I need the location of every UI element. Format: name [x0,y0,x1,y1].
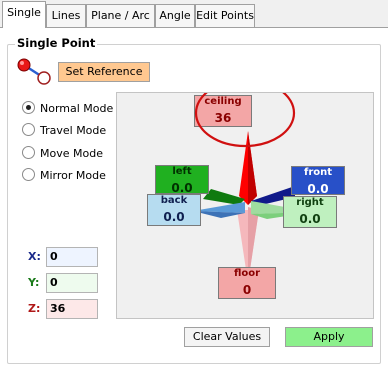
tab-angle[interactable]: Angle [155,4,195,27]
y-input[interactable]: 0 [46,273,98,293]
back-value: 0.0 [163,210,185,224]
clear-values-button[interactable]: Clear Values [184,327,270,347]
group-title: Single Point [15,36,98,50]
right-label: right 0.0 [283,196,337,228]
tab-edit-points[interactable]: Edit Points [195,4,255,27]
front-label: front 0.0 [291,166,345,196]
radio-unchecked-icon [22,168,35,181]
3d-viewport[interactable]: ceiling 36 left 0.0 front 0.0 back 0.0 r… [116,92,374,319]
travel-mode-radio[interactable]: Travel Mode [22,123,106,139]
floor-value: 0 [242,283,252,297]
ceiling-value: 36 [214,111,232,125]
radio-unchecked-icon [22,123,35,136]
tab-plane-arc[interactable]: Plane / Arc [86,4,155,27]
move-mode-radio[interactable]: Move Mode [22,146,103,162]
floor-label: floor 0 [218,267,276,299]
radio-checked-icon [22,101,35,114]
radio-unchecked-icon [22,146,35,159]
x-input[interactable]: 0 [46,247,98,267]
x-label: X: [28,250,41,263]
right-value: 0.0 [299,212,321,226]
left-arrow [203,189,245,205]
mirror-mode-radio[interactable]: Mirror Mode [22,168,106,184]
tab-lines[interactable]: Lines [46,4,86,27]
z-input[interactable]: 36 [46,299,98,319]
tab-single[interactable]: Single [2,1,46,28]
left-label: left 0.0 [155,165,209,195]
normal-mode-radio[interactable]: Normal Mode [22,101,113,117]
set-reference-button[interactable]: Set Reference [58,62,150,82]
y-label: Y: [28,276,40,289]
ceiling-label: ceiling 36 [194,95,252,127]
z-label: Z: [28,302,41,315]
reference-point-icon [17,58,51,85]
apply-button[interactable]: Apply [285,327,373,347]
back-label: back 0.0 [147,194,201,226]
tab-strip: Single Lines Plane / Arc Angle Edit Poin… [0,0,388,28]
